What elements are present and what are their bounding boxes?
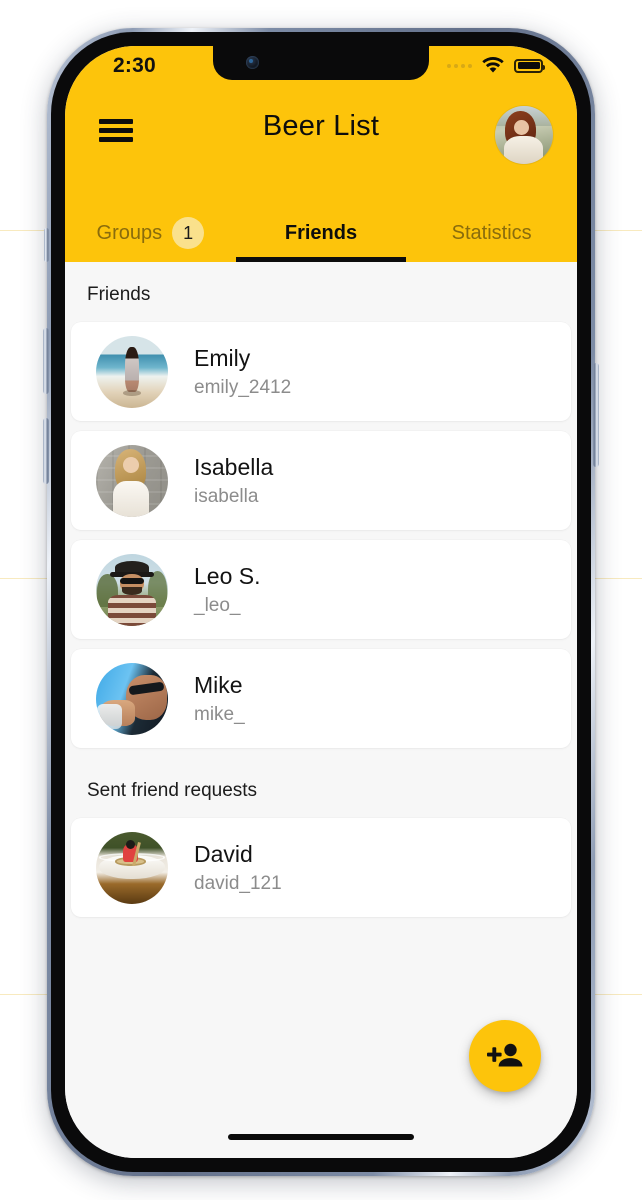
status-time: 2:30 (113, 54, 156, 77)
list-item[interactable]: David david_121 (71, 818, 571, 917)
list-item[interactable]: Mike mike_ (71, 649, 571, 748)
list-item[interactable]: Emily emily_2412 (71, 322, 571, 421)
tab-groups[interactable]: Groups 1 (65, 204, 236, 262)
list-item[interactable]: Isabella isabella (71, 431, 571, 530)
power-button[interactable] (593, 363, 599, 467)
phone-screen: 2:30 Beer List Groups 1 Friends Statisti… (65, 46, 577, 1158)
friends-list-content[interactable]: Friends Emily emily_2412 Isabella isabel… (65, 262, 577, 1158)
home-indicator[interactable] (228, 1134, 414, 1140)
volume-up-button[interactable] (43, 328, 49, 394)
phone-device-frame: 2:30 Beer List Groups 1 Friends Statisti… (43, 28, 599, 1176)
list-item-username: _leo_ (194, 594, 241, 616)
avatar (96, 444, 168, 517)
phone-bezel: 2:30 Beer List Groups 1 Friends Statisti… (51, 32, 591, 1172)
list-item-username: emily_2412 (194, 376, 292, 398)
add-friend-button[interactable] (469, 1020, 541, 1092)
list-item-name: Isabella (194, 454, 274, 481)
list-item-name: Mike (194, 672, 243, 699)
list-item-username: isabella (194, 485, 259, 507)
silent-switch-button[interactable] (44, 228, 49, 262)
avatar[interactable] (495, 106, 553, 164)
avatar (96, 335, 168, 408)
avatar (96, 662, 168, 735)
tab-friends-label: Friends (284, 221, 358, 244)
signal-dots-icon (447, 63, 472, 68)
battery-full-icon (514, 58, 545, 73)
list-item-name: Emily (194, 345, 251, 372)
section-header-friends: Friends (87, 284, 151, 305)
avatar (96, 553, 168, 626)
list-item[interactable]: Leo S. _leo_ (71, 540, 571, 639)
section-header-sent-requests: Sent friend requests (87, 780, 258, 801)
list-item-name: David (194, 841, 253, 868)
avatar (96, 831, 168, 904)
tab-bar: Groups 1 Friends Statistics (65, 204, 577, 262)
status-indicators (447, 57, 545, 74)
tab-statistics[interactable]: Statistics (406, 204, 577, 262)
device-notch (213, 46, 429, 80)
tab-statistics-label: Statistics (451, 221, 532, 244)
tab-groups-label: Groups (96, 221, 163, 244)
list-item-name: Leo S. (194, 563, 261, 590)
front-camera-icon (246, 56, 259, 69)
tab-friends[interactable]: Friends (235, 204, 407, 262)
header-row: Beer List (65, 94, 577, 172)
list-item-username: mike_ (194, 703, 245, 725)
list-item-username: david_121 (194, 872, 282, 894)
status-badge: 1 (172, 217, 205, 249)
person-add-icon (487, 1043, 523, 1067)
wifi-icon (482, 57, 504, 73)
app-bar: 2:30 Beer List Groups 1 Friends Statisti… (65, 46, 577, 262)
volume-down-button[interactable] (43, 418, 49, 484)
